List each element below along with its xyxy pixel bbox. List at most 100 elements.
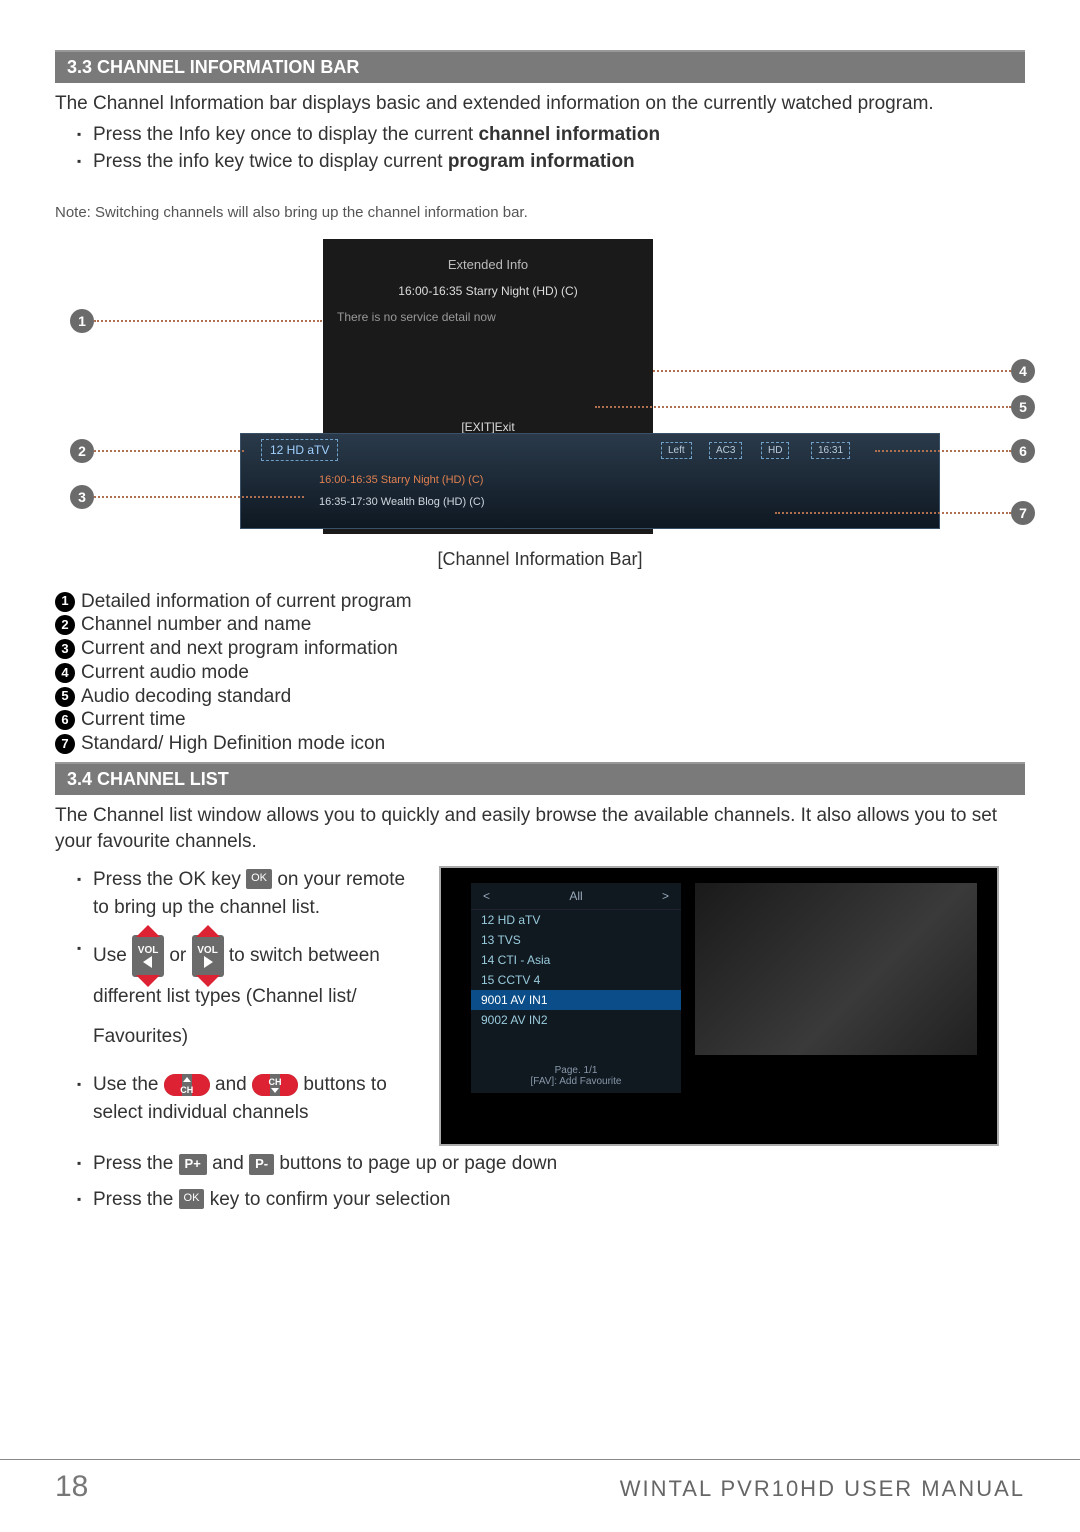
- legend-row-2: 2 Channel number and name: [55, 613, 1025, 637]
- section-3-4-intro: The Channel list window allows you to qu…: [55, 803, 1025, 854]
- text: and: [212, 1153, 249, 1174]
- legend-row-3: 3Current and next program information: [55, 637, 1025, 661]
- legend-row-4: 4Current audio mode: [55, 661, 1025, 685]
- list-item: 12 HD aTV: [471, 910, 681, 930]
- legend-text-6: Current time: [81, 708, 186, 732]
- manual-title: WINTAL PVR10HD USER MANUAL: [620, 1476, 1025, 1502]
- text: Press the: [93, 1153, 179, 1174]
- legend-num-1: 1: [55, 592, 75, 612]
- leader-1: [94, 320, 322, 322]
- arrow-left-icon: <: [483, 889, 490, 903]
- osd-info-bar: 12 HD aTV 16:00-16:35 Starry Night (HD) …: [240, 433, 940, 529]
- bullet-confirm-ok: Press the OK key to confirm your selecti…: [77, 1186, 1025, 1214]
- bullet-press-ok: Press the OK key OK on your remote to br…: [77, 866, 415, 921]
- osd-tag-hd: HD: [761, 442, 789, 459]
- callout-6: 6: [1011, 439, 1035, 463]
- vol-right-icon: VOL: [192, 935, 224, 977]
- legend-text-5: Audio decoding standard: [81, 685, 291, 709]
- callout-4: 4: [1011, 359, 1035, 383]
- channel-list-panel: < All > 12 HD aTV 13 TVS 14 CTI - Asia 1…: [471, 883, 681, 1093]
- ok-button-icon: OK: [246, 869, 272, 889]
- callout-legend: 1 Detailed information of current program…: [55, 590, 1025, 756]
- osd-line-1: 16:00-16:35 Starry Night (HD) (C): [323, 278, 653, 304]
- callout-7: 7: [1011, 501, 1035, 525]
- ch-label: CH: [164, 1084, 210, 1097]
- osd-tag-time: 16:31: [811, 442, 850, 459]
- osd-title: Extended Info: [323, 239, 653, 278]
- bold: program information: [448, 151, 635, 172]
- section-3-4-bullets-cont: Press the P+ and P- buttons to page up o…: [55, 1150, 1025, 1213]
- leader-6: [875, 450, 1011, 452]
- section-3-4-bullets: Press the OK key OK on your remote to br…: [55, 866, 415, 1126]
- channel-list-header: < All >: [471, 883, 681, 910]
- text: Press the: [93, 1189, 179, 1210]
- legend-num-7: 7: [55, 734, 75, 754]
- page-number: 18: [55, 1470, 88, 1504]
- p-minus-icon: P-: [249, 1154, 274, 1175]
- legend-num-2: 2: [55, 615, 75, 635]
- bullet-info-twice: Press the info key twice to display curr…: [77, 148, 1025, 176]
- legend-row-5: 5 Audio decoding standard: [55, 685, 1025, 709]
- text: Use the: [93, 1074, 164, 1095]
- bullet-use-vol: Use VOL or VOL to switch between differe…: [77, 935, 415, 1057]
- arrow-right-icon: >: [662, 889, 669, 903]
- ch-down-icon: CH: [252, 1074, 298, 1096]
- callout-5: 5: [1011, 395, 1035, 419]
- bullet-info-once: Press the Info key once to display the c…: [77, 121, 1025, 149]
- osd-next-program: 16:35-17:30 Wealth Blog (HD) (C): [319, 496, 484, 508]
- osd-tag-audio-codec: AC3: [709, 442, 742, 459]
- text: Press the OK key: [93, 869, 246, 890]
- text: Press the Info key once to display the c…: [93, 124, 478, 145]
- legend-num-5: 5: [55, 687, 75, 707]
- legend-row-1: 1 Detailed information of current program: [55, 590, 1025, 614]
- text: Press the info key twice to display curr…: [93, 151, 448, 172]
- ok-button-icon: OK: [179, 1189, 205, 1209]
- osd-line-2: There is no service detail now: [323, 304, 653, 330]
- text: Use: [93, 945, 132, 966]
- legend-text-7: Standard/ High Definition mode icon: [81, 732, 385, 756]
- callout-3: 3: [70, 485, 94, 509]
- legend-num-4: 4: [55, 663, 75, 683]
- legend-text-1: Detailed information of current program: [81, 590, 412, 614]
- bullet-use-ch: Use the CH and CH buttons to select indi…: [77, 1071, 415, 1126]
- section-3-4-columns: Press the OK key OK on your remote to br…: [55, 866, 1025, 1146]
- ch-up-icon: CH: [164, 1074, 210, 1096]
- figure-channel-info-bar: Extended Info 16:00-16:35 Starry Night (…: [55, 239, 1025, 539]
- figure-caption: [Channel Information Bar]: [55, 549, 1025, 570]
- osd-channel-name: 12 HD aTV: [261, 439, 338, 461]
- bullet-page-buttons: Press the P+ and P- buttons to page up o…: [77, 1150, 1025, 1178]
- callout-2: 2: [70, 439, 94, 463]
- osd-tag-audio-mode: Left: [661, 442, 692, 459]
- list-item: 14 CTI - Asia: [471, 950, 681, 970]
- list-item: 15 CCTV 4: [471, 970, 681, 990]
- section-3-3-bullets: Press the Info key once to display the c…: [55, 121, 1025, 176]
- channel-preview: [695, 883, 977, 1055]
- legend-num-3: 3: [55, 639, 75, 659]
- leader-5: [595, 406, 1011, 408]
- vol-left-icon: VOL: [132, 935, 164, 977]
- section-3-3-note: Note: Switching channels will also bring…: [55, 204, 1025, 221]
- legend-text-2: Channel number and name: [81, 613, 311, 637]
- p-plus-icon: P+: [179, 1154, 207, 1175]
- legend-row-7: 7 Standard/ High Definition mode icon: [55, 732, 1025, 756]
- list-item: 13 TVS: [471, 930, 681, 950]
- legend-row-6: 6 Current time: [55, 708, 1025, 732]
- leader-4: [653, 370, 1011, 372]
- section-3-4-heading: 3.4 CHANNEL LIST: [55, 762, 1025, 795]
- osd-exit: [EXIT]Exit: [323, 330, 653, 444]
- text: buttons to page up or page down: [279, 1153, 557, 1174]
- callout-1: 1: [70, 309, 94, 333]
- text: or: [169, 945, 191, 966]
- list-item: 9002 AV IN2: [471, 1010, 681, 1030]
- page-indicator: Page. 1/1: [471, 1065, 681, 1076]
- legend-num-6: 6: [55, 710, 75, 730]
- section-3-3-heading: 3.3 CHANNEL INFORMATION BAR: [55, 50, 1025, 83]
- leader-2: [94, 450, 244, 452]
- channel-list-footer: Page. 1/1 [FAV]: Add Favourite: [471, 1065, 681, 1087]
- figure-channel-list: < All > 12 HD aTV 13 TVS 14 CTI - Asia 1…: [439, 866, 999, 1146]
- text: and: [215, 1074, 252, 1095]
- section-3-3-intro: The Channel Information bar displays bas…: [55, 91, 1025, 117]
- bold: channel information: [478, 124, 660, 145]
- fav-hint: [FAV]: Add Favourite: [471, 1076, 681, 1087]
- text: key to confirm your selection: [210, 1189, 451, 1210]
